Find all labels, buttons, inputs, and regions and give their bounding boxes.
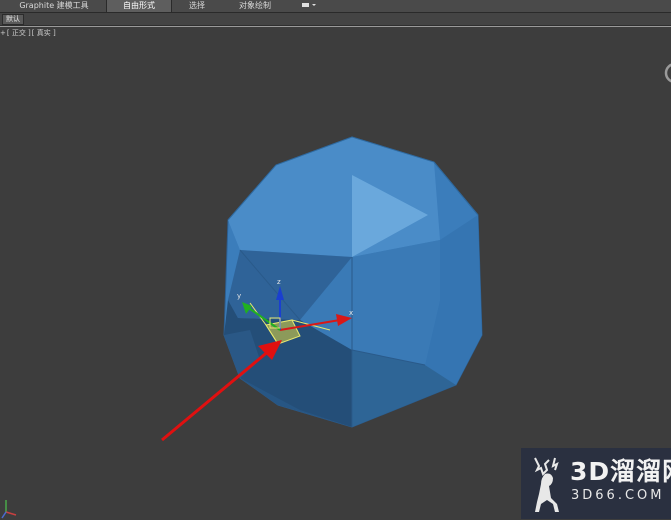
watermark: 3D溜溜网 3D66.COM (521, 448, 671, 519)
watermark-title: 3D溜溜网 (570, 457, 671, 486)
viewport-scene: x y z (1, 63, 671, 519)
world-axis-tripod-icon (1, 500, 17, 519)
gizmo-y-label: y (237, 292, 241, 300)
watermark-subtitle: 3D66.COM (571, 488, 665, 503)
gizmo-z-label: z (277, 278, 281, 286)
deer-logo-icon (534, 457, 559, 512)
gizmo-x-label: x (349, 309, 353, 317)
geosphere-object[interactable] (223, 136, 483, 428)
viewcube-icon[interactable] (664, 63, 671, 83)
